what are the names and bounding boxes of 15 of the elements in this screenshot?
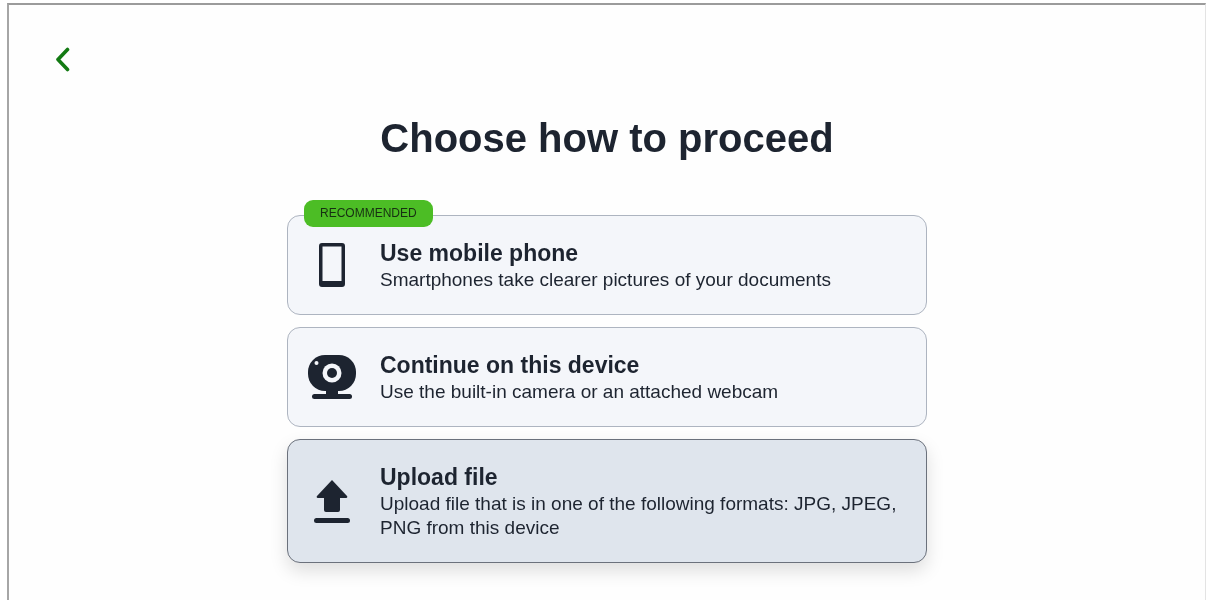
option-description: Use the built-in camera or an attached webcam — [380, 380, 779, 404]
webcam-icon — [308, 355, 356, 399]
option-card[interactable]: Upload file Upload file that is in one of the following formats: JPG, JPEG, PNG from this device — [287, 439, 927, 563]
back-button[interactable] — [55, 47, 70, 72]
option-description: Upload file that is in one of the following formats: JPG, JPEG, PNG from this device — [380, 492, 898, 540]
upload-icon — [314, 479, 350, 523]
recommended-badge: RECOMMENDED — [304, 200, 433, 227]
option-title: Use mobile phone — [380, 239, 580, 268]
phone-icon — [319, 243, 345, 287]
chevron-left-icon — [55, 47, 70, 72]
option-description: Smartphones take clearer pictures of your documents — [380, 268, 831, 292]
option-card[interactable]: Continue on this device Use the built-in camera or an attached webcam — [287, 327, 927, 427]
option-title: Continue on this device — [380, 351, 641, 380]
option-title: Upload file — [380, 463, 499, 492]
page-title: Choose how to proceed — [380, 115, 834, 162]
